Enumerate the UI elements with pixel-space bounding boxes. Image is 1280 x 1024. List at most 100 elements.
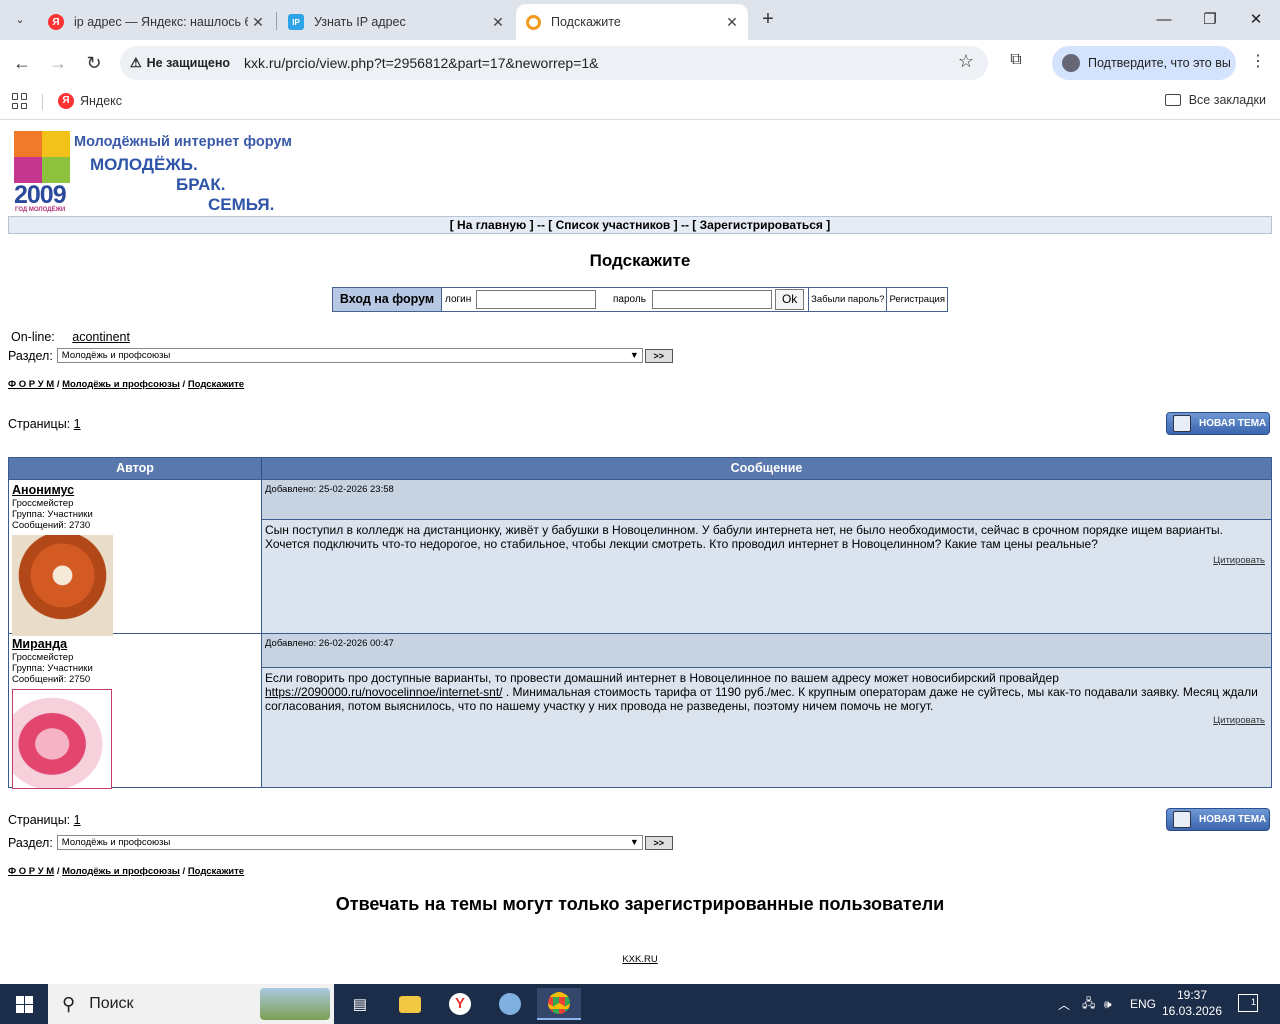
section-go-button[interactable]: >>: [644, 835, 673, 850]
page-number-link[interactable]: 1: [74, 417, 81, 431]
login-ok-button[interactable]: Ok: [774, 289, 805, 310]
profile-button[interactable]: Подтвердите, что это вы: [1052, 46, 1236, 80]
section-go-button[interactable]: >>: [644, 348, 673, 363]
page-content: 2009 ГОД МОЛОДЁЖИ Молодёжный интернет фо…: [0, 121, 1280, 984]
tray-chevron-up-icon[interactable]: ︿: [1058, 984, 1070, 1024]
chevron-down-icon: ▼: [629, 837, 639, 847]
tab-title: Узнать IP адрес: [314, 15, 406, 29]
page-number-link[interactable]: 1: [74, 813, 81, 827]
menu-members-link[interactable]: [ Список участников ]: [548, 218, 677, 232]
new-topic-label: НОВАЯ ТЕМА: [1199, 814, 1267, 825]
pagination-bottom: Страницы: 1: [8, 813, 81, 827]
new-topic-button-top[interactable]: НОВАЯ ТЕМА: [1166, 412, 1270, 435]
yandex-icon: Я: [48, 14, 64, 30]
footer-link[interactable]: KXK.RU: [0, 954, 1280, 965]
chrome-icon[interactable]: [537, 988, 581, 1020]
quote-link[interactable]: Цитировать: [1213, 714, 1265, 728]
author-group: Группа: Участники: [12, 509, 93, 520]
logo-line4: СЕМЬЯ.: [208, 195, 275, 214]
volume-icon[interactable]: 🕪: [1104, 984, 1112, 1024]
warning-triangle-icon: ⚠: [130, 55, 142, 70]
bookmarks-bar: Я Яндекс Все закладки: [0, 86, 1280, 120]
section-select-value: Молодёжь и профсоюзы: [61, 350, 171, 361]
author-name-link[interactable]: Анонимус: [12, 483, 258, 498]
tab-forum-active[interactable]: Подскажите ✕: [516, 4, 748, 40]
site-logo[interactable]: 2009 ГОД МОЛОДЁЖИ Молодёжный интернет фо…: [14, 131, 294, 215]
breadcrumb-section-link[interactable]: Молодёжь и профсоюзы: [62, 379, 180, 390]
clock[interactable]: 19:37 16.03.2026: [1160, 987, 1224, 1019]
register-link[interactable]: Регистрация: [886, 288, 947, 311]
back-arrow-icon[interactable]: ←: [10, 51, 34, 75]
ring-icon: [526, 14, 541, 30]
breadcrumb-separator: /: [54, 379, 63, 390]
menu-home-link[interactable]: [ На главную ]: [450, 218, 534, 232]
close-tab-icon[interactable]: ✕: [722, 14, 742, 31]
security-indicator[interactable]: ⚠ Не защищено: [130, 53, 230, 73]
author-name-link[interactable]: Миранда: [12, 637, 258, 652]
menu-register-link[interactable]: [ Зарегистрироваться ]: [692, 218, 830, 232]
notifications-icon[interactable]: 1: [1238, 994, 1258, 1012]
breadcrumb-topic-link[interactable]: Подскажите: [188, 379, 244, 390]
url-text[interactable]: kxk.ru/prcio/view.php?t=2956812&part=17&…: [244, 55, 599, 71]
network-icon[interactable]: 🖧: [1082, 984, 1095, 1024]
login-input[interactable]: [476, 290, 597, 309]
tab-search-chevron-icon[interactable]: ⌄: [10, 10, 30, 30]
forgot-password-link[interactable]: Забыли пароль?: [808, 288, 886, 311]
section-select[interactable]: Молодёжь и профсоюзы ▼: [56, 835, 643, 850]
extensions-puzzle-icon[interactable]: ⧉: [1004, 51, 1028, 75]
all-bookmarks-button[interactable]: Все закладки: [1164, 93, 1266, 107]
author-message-count: Сообщений: 2730: [12, 520, 91, 531]
yandex-browser-icon[interactable]: Y: [440, 988, 480, 1020]
post-author-cell: Анонимус Гроссмейстер Группа: Участники …: [9, 480, 262, 636]
reload-icon[interactable]: ↻: [82, 51, 106, 75]
language-indicator[interactable]: ENG: [1130, 984, 1156, 1024]
post-author-cell: Миранда Гроссмейстер Группа: Участники С…: [9, 634, 262, 789]
posts-table: Автор Сообщение Анонимус Гроссмейстер Гр…: [8, 457, 1272, 789]
close-tab-icon[interactable]: ✕: [248, 14, 268, 31]
section-select[interactable]: Молодёжь и профсоюзы ▼: [56, 348, 643, 363]
tab-title: ip адрес — Яндекс: нашлось 6: [74, 15, 248, 29]
author-message-count: Сообщений: 2750: [12, 674, 91, 685]
author-rank: Гроссмейстер: [12, 652, 74, 663]
taskbar-search[interactable]: ⚲ Поиск: [48, 984, 334, 1024]
online-user-link[interactable]: acontinent: [72, 330, 130, 344]
forward-arrow-icon[interactable]: →: [46, 51, 70, 75]
profile-avatar-icon: [1062, 54, 1080, 72]
pages-label: Страницы:: [8, 813, 71, 827]
breadcrumb-separator: /: [54, 866, 63, 877]
tab-ip-lookup[interactable]: IP Узнать IP адрес ✕: [278, 4, 514, 40]
windows-start-icon[interactable]: [0, 984, 48, 1024]
clock-date: 16.03.2026: [1161, 1004, 1223, 1018]
tab-title: Подскажите: [551, 15, 621, 29]
task-view-icon[interactable]: ▤: [340, 988, 380, 1020]
provider-link[interactable]: https://2090000.ru/novocelinnoe/internet…: [265, 685, 503, 699]
new-topic-button-bottom[interactable]: НОВАЯ ТЕМА: [1166, 808, 1270, 831]
menu-separator: --: [677, 218, 693, 232]
apps-grid-icon[interactable]: [12, 93, 28, 109]
search-highlight-image: [260, 988, 330, 1020]
close-tab-icon[interactable]: ✕: [488, 14, 508, 31]
breadcrumb-section-link[interactable]: Молодёжь и профсоюзы: [62, 866, 180, 877]
avatar: [12, 535, 113, 636]
menu-kebab-icon[interactable]: ⋮: [1250, 51, 1266, 75]
breadcrumb-topic-link[interactable]: Подскажите: [188, 866, 244, 877]
breadcrumb-forum-link[interactable]: Ф О Р У М: [8, 379, 54, 390]
paint-icon[interactable]: [490, 988, 530, 1020]
quote-link[interactable]: Цитировать: [1213, 554, 1265, 568]
bookmark-star-icon[interactable]: ☆: [958, 51, 974, 72]
tab-yandex-search[interactable]: Я ip адрес — Яндекс: нашлось 6 ✕: [38, 4, 274, 40]
file-explorer-icon[interactable]: [390, 988, 430, 1020]
section-selector-bottom: Раздел: Молодёжь и профсоюзы ▼ >>: [8, 835, 673, 850]
logo-line2: МОЛОДЁЖЬ.: [90, 155, 198, 174]
restore-icon[interactable]: ❐: [1198, 8, 1222, 32]
password-input[interactable]: [651, 290, 772, 309]
breadcrumb-bottom: Ф О Р У М / Молодёжь и профсоюзы / Подск…: [8, 866, 244, 877]
bookmark-yandex[interactable]: Я Яндекс: [58, 93, 122, 109]
ip-icon: IP: [288, 14, 304, 30]
post-row: Миранда Гроссмейстер Группа: Участники С…: [9, 633, 1271, 789]
minimize-icon[interactable]: —: [1152, 8, 1176, 32]
address-bar[interactable]: ⚠ Не защищено kxk.ru/prcio/view.php?t=29…: [120, 46, 988, 80]
new-tab-plus-icon[interactable]: +: [757, 8, 779, 30]
window-close-icon[interactable]: ✕: [1244, 8, 1268, 32]
breadcrumb-forum-link[interactable]: Ф О Р У М: [8, 866, 54, 877]
